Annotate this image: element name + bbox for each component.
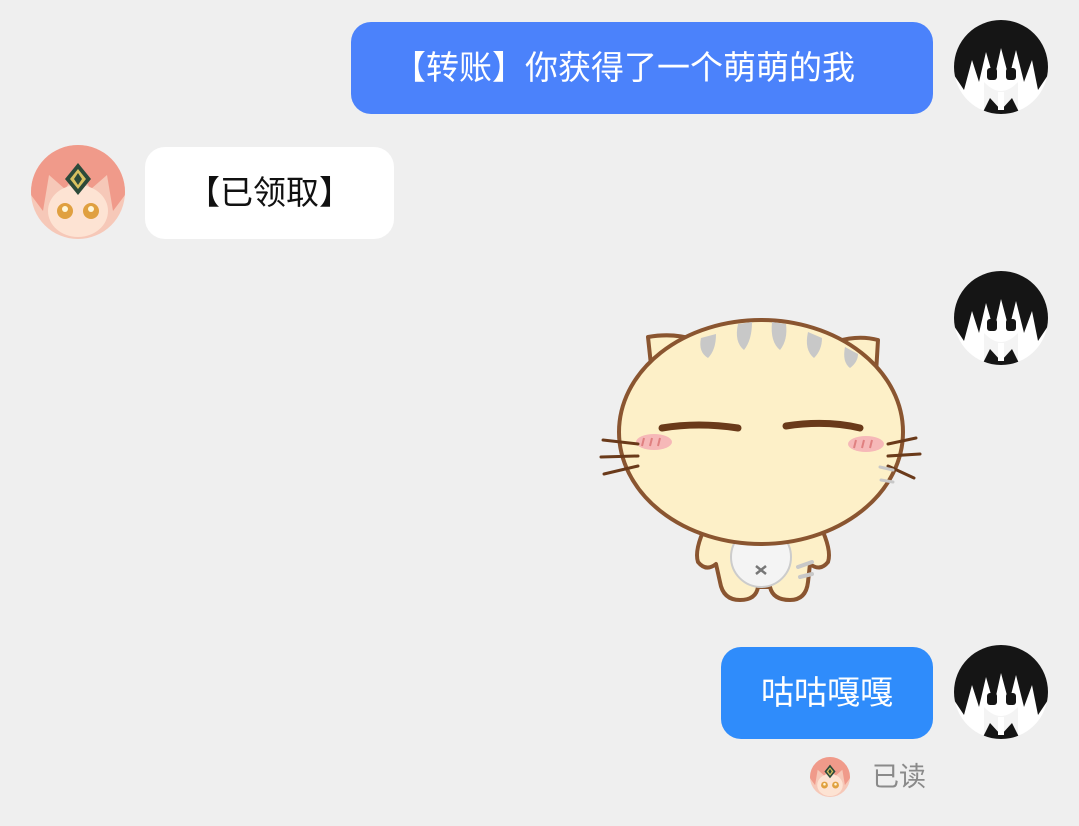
read-receipt-avatar — [810, 757, 850, 797]
outgoing-message-bubble[interactable]: 【转账】你获得了一个萌萌的我 — [351, 22, 933, 114]
dark-haired-avatar[interactable] — [954, 271, 1048, 365]
pink-haired-avatar[interactable] — [31, 145, 125, 239]
message-text: 咕咕嘎嘎 — [761, 673, 893, 712]
message-text: 【转账】你获得了一个萌萌的我 — [393, 48, 855, 87]
dark-haired-avatar[interactable] — [954, 20, 1048, 114]
cute-cat-sticker[interactable] — [598, 312, 928, 612]
dark-haired-avatar[interactable] — [954, 645, 1048, 739]
incoming-message-bubble[interactable]: 【已领取】 — [145, 147, 394, 239]
outgoing-message-bubble[interactable]: 咕咕嘎嘎 — [721, 647, 933, 739]
message-text: 【已领取】 — [187, 173, 352, 212]
read-receipt-label: 已读 — [872, 762, 926, 793]
